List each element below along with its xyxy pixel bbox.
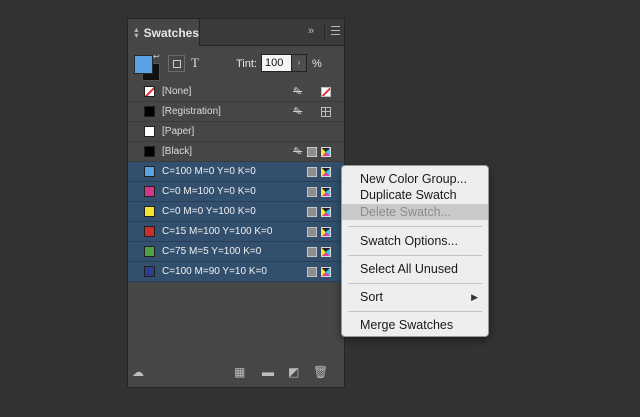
cmyk-icon	[321, 227, 331, 237]
process-color-icon	[307, 187, 317, 197]
show-swatch-kinds-icon[interactable]: ▦	[234, 365, 245, 379]
process-color-icon	[307, 147, 317, 157]
delete-swatch-icon[interactable]: 🗑	[313, 365, 328, 379]
menu-separator	[348, 255, 482, 256]
swatch-name: C=0 M=0 Y=100 K=0	[162, 206, 256, 217]
menu-separator	[348, 311, 482, 312]
swatch-color-chip	[144, 166, 155, 177]
swatch-name: C=75 M=5 Y=100 K=0	[162, 246, 262, 257]
swatch-row[interactable]: [Registration] ✎	[128, 102, 344, 122]
menu-separator	[348, 283, 482, 284]
swatch-row[interactable]: [None] ✎	[128, 82, 344, 102]
process-color-icon	[307, 167, 317, 177]
swatch-color-chip	[144, 186, 155, 197]
swatch-color-chip	[144, 86, 155, 97]
swatch-color-chip	[144, 266, 155, 277]
process-color-icon	[307, 267, 317, 277]
swatch-color-chip	[144, 126, 155, 137]
registration-icon	[321, 107, 331, 117]
swatch-row[interactable]: C=0 M=0 Y=100 K=0	[128, 202, 344, 222]
swatch-row[interactable]: C=15 M=100 Y=100 K=0	[128, 222, 344, 242]
no-edit-icon: ✎	[293, 146, 303, 158]
panel-title: Swatches	[143, 25, 199, 40]
swatch-name: [Registration]	[162, 106, 221, 117]
swatch-name: [None]	[162, 86, 192, 97]
panel-grip-icon[interactable]: ▴ ▾	[133, 25, 140, 39]
none-icon	[321, 87, 331, 97]
fill-swatch-icon[interactable]	[134, 55, 153, 74]
new-swatch-icon[interactable]: ◩	[288, 365, 299, 379]
swatch-color-chip	[144, 246, 155, 257]
swatch-color-chip	[144, 146, 155, 157]
swatch-name: C=0 M=100 Y=0 K=0	[162, 186, 256, 197]
menu-item-delete-swatch[interactable]: Delete Swatch...	[342, 204, 488, 220]
menu-separator	[348, 226, 482, 227]
process-color-icon	[307, 207, 317, 217]
swatch-row[interactable]: C=0 M=100 Y=0 K=0	[128, 182, 344, 202]
menu-item-merge-swatches[interactable]: Merge Swatches	[342, 317, 488, 333]
swatch-color-chip	[144, 106, 155, 117]
collapse-panel-icon[interactable]: »	[308, 25, 314, 37]
cmyk-icon	[321, 187, 331, 197]
menu-item-duplicate-swatch[interactable]: Duplicate Swatch	[342, 187, 488, 203]
cmyk-icon	[321, 147, 331, 157]
swatch-row[interactable]: C=100 M=90 Y=10 K=0	[128, 262, 344, 282]
panel-tab-bar: ▴ ▾ Swatches »	[128, 19, 344, 46]
swatch-name: C=100 M=0 Y=0 K=0	[162, 166, 256, 177]
tint-label: Tint:	[236, 58, 257, 70]
menu-item-select-all-unused[interactable]: Select All Unused	[342, 261, 488, 277]
cc-libraries-icon[interactable]: ☁	[132, 365, 144, 379]
panel-footer: ☁ ▦ ▬ ◩ 🗑	[128, 359, 344, 387]
swatch-name: [Paper]	[162, 126, 195, 137]
tint-unit: %	[312, 58, 322, 70]
no-edit-icon: ✎	[293, 106, 303, 118]
process-color-icon	[307, 227, 317, 237]
menu-item-new-color-group[interactable]: New Color Group...	[342, 171, 488, 187]
tint-input[interactable]	[261, 54, 292, 72]
cmyk-icon	[321, 167, 331, 177]
submenu-arrow-icon: ▶	[471, 292, 478, 302]
cmyk-icon	[321, 267, 331, 277]
tab-swatches[interactable]: ▴ ▾ Swatches	[128, 19, 200, 46]
process-color-icon	[307, 247, 317, 257]
swatch-row[interactable]: [Black] ✎	[128, 142, 344, 162]
swatch-list: [None] ✎ [Registration] ✎ [Paper] [Black] ✎ C=1…	[128, 82, 344, 282]
cmyk-icon	[321, 207, 331, 217]
swatch-name: [Black]	[162, 146, 193, 157]
swatch-color-chip	[144, 206, 155, 217]
new-color-group-icon[interactable]: ▬	[262, 365, 274, 379]
cmyk-icon	[321, 247, 331, 257]
swatches-panel: ▴▾ Swatches » ↩ T Tint: › % [None]✎[Regi…	[127, 18, 345, 388]
swap-fill-stroke-icon[interactable]: ↩	[153, 52, 160, 61]
swatch-row[interactable]: [Paper]	[128, 122, 344, 142]
no-edit-icon: ✎	[293, 86, 303, 98]
swatch-name: C=100 M=90 Y=10 K=0	[162, 266, 267, 277]
context-menu: New Color Group... Duplicate Swatch Dele…	[341, 165, 489, 337]
menu-item-sort[interactable]: Sort ▶	[342, 289, 488, 305]
formatting-affects-container-icon[interactable]	[168, 55, 185, 72]
menu-item-swatch-options[interactable]: Swatch Options...	[342, 233, 488, 249]
swatch-color-chip	[144, 226, 155, 237]
panel-menu-icon[interactable]	[331, 26, 340, 38]
tint-dropdown-button[interactable]: ›	[291, 54, 307, 72]
tab-divider	[324, 25, 325, 39]
swatch-row[interactable]: C=100 M=0 Y=0 K=0	[128, 162, 344, 182]
swatch-name: C=15 M=100 Y=100 K=0	[162, 226, 273, 237]
formatting-affects-text-icon[interactable]: T	[191, 55, 199, 71]
swatch-row[interactable]: C=75 M=5 Y=100 K=0	[128, 242, 344, 262]
